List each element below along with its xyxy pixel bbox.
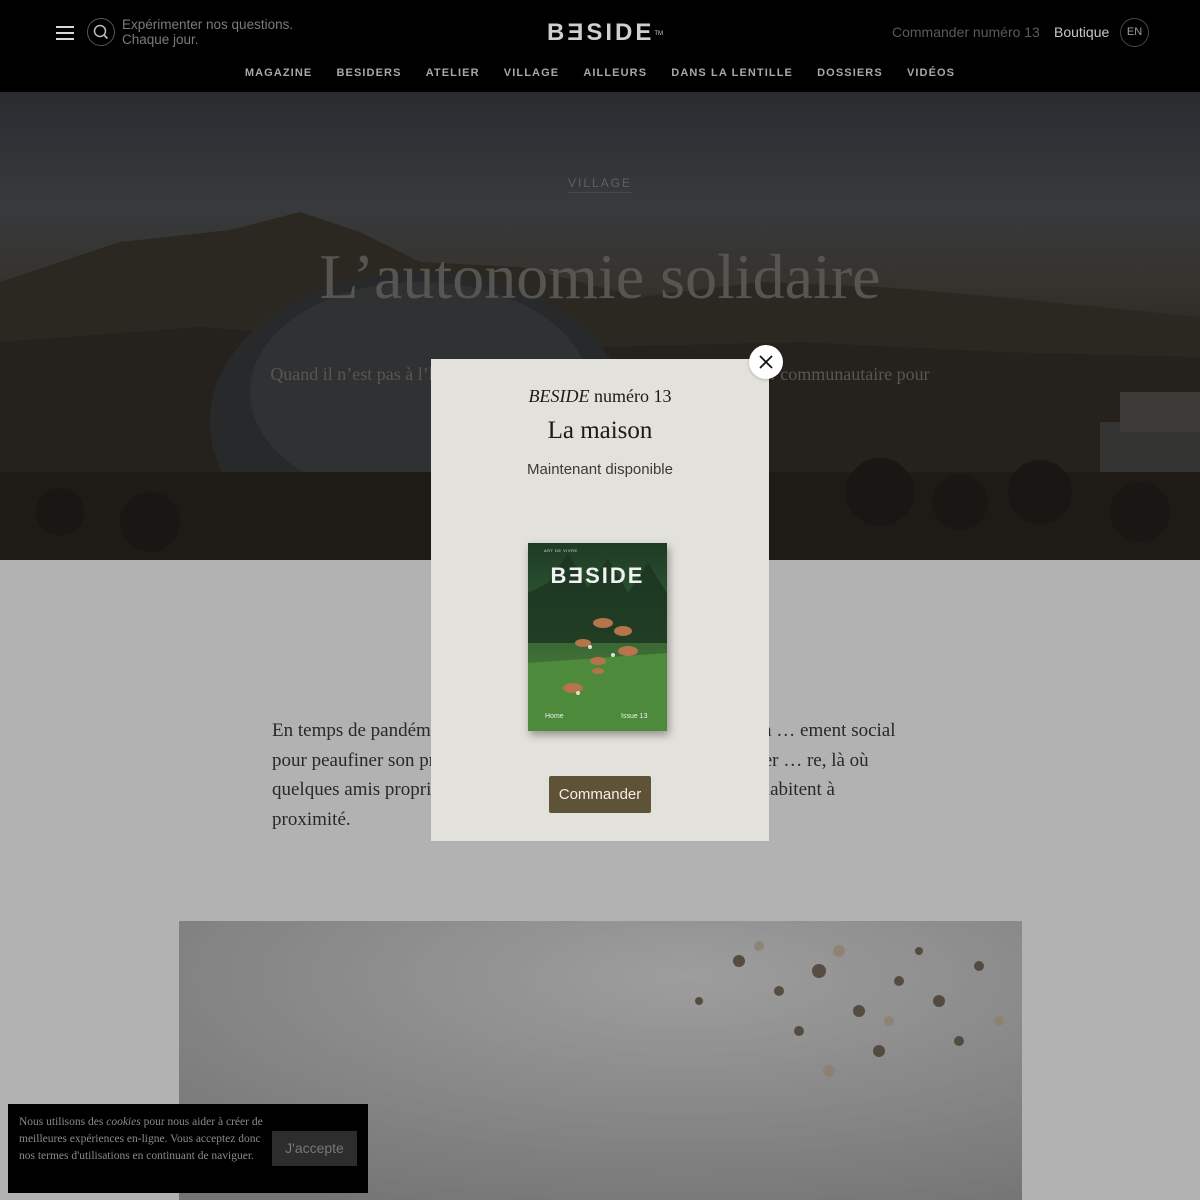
- cookie-message: Nous utilisons des cookies pour nous aid…: [19, 1114, 267, 1165]
- cookie-banner: Nous utilisons des cookies pour nous aid…: [8, 1104, 368, 1193]
- cover-issue-label: Issue 13: [621, 713, 648, 720]
- nav-item-village[interactable]: VILLAGE: [504, 67, 559, 79]
- modal-issue-line: BESIDE numéro 13: [431, 386, 769, 407]
- site-tagline: Expérimenter nos questions. Chaque jour.: [122, 17, 293, 47]
- language-toggle-button[interactable]: EN: [1120, 18, 1149, 47]
- modal-subtitle: Maintenant disponible: [527, 461, 673, 478]
- nav-item-besiders[interactable]: BESIDERS: [336, 67, 401, 79]
- nav-item-ailleurs[interactable]: AILLEURS: [583, 67, 647, 79]
- accept-cookies-button[interactable]: J'accepte: [272, 1131, 357, 1166]
- site-logo[interactable]: BƎSIDETM: [547, 19, 663, 47]
- cookie-text-start: Nous utilisons des: [19, 1116, 107, 1128]
- nav-item-dans-la-lentille[interactable]: DANS LA LENTILLE: [671, 67, 793, 79]
- logo-text: BƎSIDE: [547, 19, 655, 46]
- cover-tag: ART DE VIVRE: [544, 548, 578, 553]
- issue-brand: BESIDE: [528, 386, 590, 406]
- nav-item-magazine[interactable]: MAGAZINE: [245, 67, 312, 79]
- nav-item-atelier[interactable]: ATELIER: [426, 67, 480, 79]
- cover-logo: BƎSIDE: [550, 563, 645, 588]
- close-icon[interactable]: [749, 345, 783, 379]
- cookie-text-emphasis: cookies: [106, 1116, 141, 1128]
- tagline-line-1: Expérimenter nos questions.: [122, 17, 294, 32]
- nav-item-videos[interactable]: VIDÉOS: [907, 67, 955, 79]
- order-button[interactable]: Commander: [549, 776, 651, 813]
- cover-home-label: Home: [545, 713, 564, 720]
- issue-promo-modal: BESIDE numéro 13 La maison Maintenant di…: [431, 359, 769, 841]
- order-issue-link[interactable]: Commander numéro 13: [892, 24, 1040, 40]
- shop-link[interactable]: Boutique: [1054, 24, 1109, 40]
- logo-trademark: TM: [654, 31, 664, 37]
- magazine-cover[interactable]: ART DE VIVRE BƎSIDE Home Issue 13: [528, 543, 667, 731]
- main-nav: MAGAZINE BESIDERS ATELIER VILLAGE AILLEU…: [0, 67, 1200, 79]
- issue-number: numéro 13: [594, 386, 672, 406]
- search-icon[interactable]: [87, 18, 115, 46]
- tagline-line-2: Chaque jour.: [122, 32, 199, 47]
- site-header: Expérimenter nos questions. Chaque jour.…: [0, 0, 1200, 92]
- modal-title: La maison: [547, 417, 653, 444]
- nav-item-dossiers[interactable]: DOSSIERS: [817, 67, 883, 79]
- hamburger-icon[interactable]: [56, 24, 74, 40]
